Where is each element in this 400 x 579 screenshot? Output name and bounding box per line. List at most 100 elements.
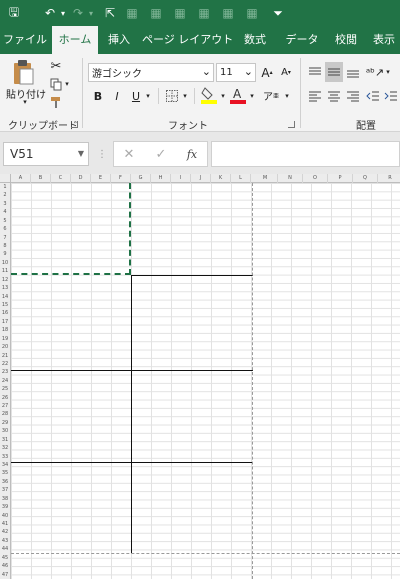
align-left-icon[interactable]: [306, 87, 324, 105]
qat-icon-5[interactable]: ▦: [220, 3, 236, 23]
column-header-d[interactable]: D: [71, 174, 91, 183]
enter-icon[interactable]: ✓: [152, 145, 170, 163]
clipboard-launcher-icon[interactable]: [71, 121, 78, 128]
column-header-e[interactable]: E: [91, 174, 111, 183]
row-header[interactable]: 6: [0, 225, 10, 233]
undo-dropdown-icon[interactable]: ▾: [58, 3, 68, 23]
paste-icon[interactable]: [10, 58, 36, 86]
row-header[interactable]: 33: [0, 453, 10, 461]
row-header[interactable]: 10: [0, 259, 10, 267]
name-box[interactable]: V51 ▼: [3, 142, 89, 166]
row-header[interactable]: 36: [0, 478, 10, 486]
text-orientation-icon[interactable]: ᵃᵇ↗: [366, 62, 384, 82]
row-header[interactable]: 30: [0, 427, 10, 435]
italic-button[interactable]: I: [109, 87, 125, 105]
column-header-n[interactable]: N: [278, 174, 303, 183]
font-color-dropdown-icon[interactable]: ▾: [248, 89, 256, 103]
row-header[interactable]: 16: [0, 309, 10, 317]
row-header[interactable]: 31: [0, 436, 10, 444]
row-header[interactable]: 44: [0, 545, 10, 553]
align-right-icon[interactable]: [344, 87, 362, 105]
column-header-o[interactable]: O: [303, 174, 328, 183]
column-header-i[interactable]: I: [171, 174, 191, 183]
row-header[interactable]: 3: [0, 200, 10, 208]
tab-3[interactable]: 挿入: [98, 26, 140, 54]
row-header[interactable]: 1: [0, 183, 10, 191]
paste-dropdown-icon[interactable]: ▾: [20, 98, 30, 106]
qat-icon-4[interactable]: ▦: [196, 3, 212, 23]
align-middle-icon[interactable]: [325, 62, 343, 82]
row-header[interactable]: 25: [0, 385, 10, 393]
row-header[interactable]: 34: [0, 461, 10, 469]
row-header[interactable]: 15: [0, 301, 10, 309]
tab-2[interactable]: ホーム: [52, 26, 98, 54]
column-header-p[interactable]: P: [328, 174, 353, 183]
column-header-j[interactable]: J: [191, 174, 211, 183]
row-header[interactable]: 20: [0, 343, 10, 351]
qat-icon-6[interactable]: ▦: [244, 3, 260, 23]
row-header[interactable]: 32: [0, 444, 10, 452]
column-header-m[interactable]: M: [253, 174, 278, 183]
column-header-r[interactable]: R: [378, 174, 400, 183]
row-header[interactable]: 42: [0, 528, 10, 536]
select-all-corner[interactable]: [0, 174, 11, 183]
column-header-g[interactable]: G: [131, 174, 151, 183]
row-header[interactable]: 22: [0, 360, 10, 368]
font-launcher-icon[interactable]: [288, 121, 295, 128]
decrease-indent-icon[interactable]: [364, 87, 381, 105]
tab-1[interactable]: ファイル: [0, 26, 50, 54]
borders-dropdown-icon[interactable]: ▾: [181, 89, 189, 103]
column-header-l[interactable]: L: [231, 174, 251, 183]
font-size-dropdown-icon[interactable]: ⌄: [244, 65, 253, 78]
font-name-dropdown-icon[interactable]: ⌄: [202, 65, 211, 78]
row-header[interactable]: 47: [0, 571, 10, 579]
row-header[interactable]: 17: [0, 318, 10, 326]
column-header-h[interactable]: H: [151, 174, 171, 183]
cancel-icon[interactable]: ✕: [120, 145, 138, 163]
align-bottom-icon[interactable]: [344, 62, 362, 82]
increase-font-size-button[interactable]: A ▴: [258, 63, 276, 82]
row-header[interactable]: 35: [0, 469, 10, 477]
row-header[interactable]: 7: [0, 234, 10, 242]
qat-icon-2[interactable]: ▦: [148, 3, 164, 23]
formula-input[interactable]: [211, 141, 400, 167]
row-header[interactable]: 4: [0, 208, 10, 216]
row-header[interactable]: 43: [0, 537, 10, 545]
cell-grid[interactable]: [11, 183, 400, 579]
insert-function-icon[interactable]: fx: [182, 145, 202, 163]
tab-6[interactable]: データ: [280, 26, 324, 54]
row-header[interactable]: 23: [0, 368, 10, 376]
borders-icon[interactable]: [164, 87, 180, 105]
qat-icon-3[interactable]: ▦: [172, 3, 188, 23]
column-header-a[interactable]: A: [11, 174, 31, 183]
row-header[interactable]: 39: [0, 503, 10, 511]
row-header[interactable]: 40: [0, 512, 10, 520]
row-header[interactable]: 24: [0, 377, 10, 385]
row-header[interactable]: 9: [0, 250, 10, 258]
customize-qat-icon[interactable]: ⏷: [270, 3, 286, 23]
underline-dropdown-icon[interactable]: ▾: [144, 89, 152, 103]
fill-color-dropdown-icon[interactable]: ▾: [219, 89, 227, 103]
row-header[interactable]: 46: [0, 562, 10, 570]
row-header[interactable]: 26: [0, 394, 10, 402]
row-header[interactable]: 28: [0, 410, 10, 418]
font-color-icon[interactable]: A: [229, 85, 247, 105]
qat-icon-1[interactable]: ▦: [124, 3, 140, 23]
column-header-k[interactable]: K: [211, 174, 231, 183]
phonetic-guide-icon[interactable]: ア亜: [262, 85, 280, 105]
row-header[interactable]: 41: [0, 520, 10, 528]
font-name-select[interactable]: 游ゴシック ⌄: [88, 63, 214, 82]
column-header-f[interactable]: F: [111, 174, 131, 183]
row-header[interactable]: 38: [0, 495, 10, 503]
row-header[interactable]: 8: [0, 242, 10, 250]
row-header[interactable]: 29: [0, 419, 10, 427]
cut-icon[interactable]: ✂: [48, 58, 64, 74]
row-header[interactable]: 21: [0, 352, 10, 360]
row-header[interactable]: 37: [0, 486, 10, 494]
decrease-font-size-button[interactable]: A ▾: [277, 63, 295, 82]
align-top-icon[interactable]: [306, 62, 324, 82]
row-header[interactable]: 13: [0, 284, 10, 292]
underline-button[interactable]: U: [128, 87, 144, 105]
tab-7[interactable]: 校閲: [326, 26, 366, 54]
format-painter-icon[interactable]: [48, 94, 64, 110]
